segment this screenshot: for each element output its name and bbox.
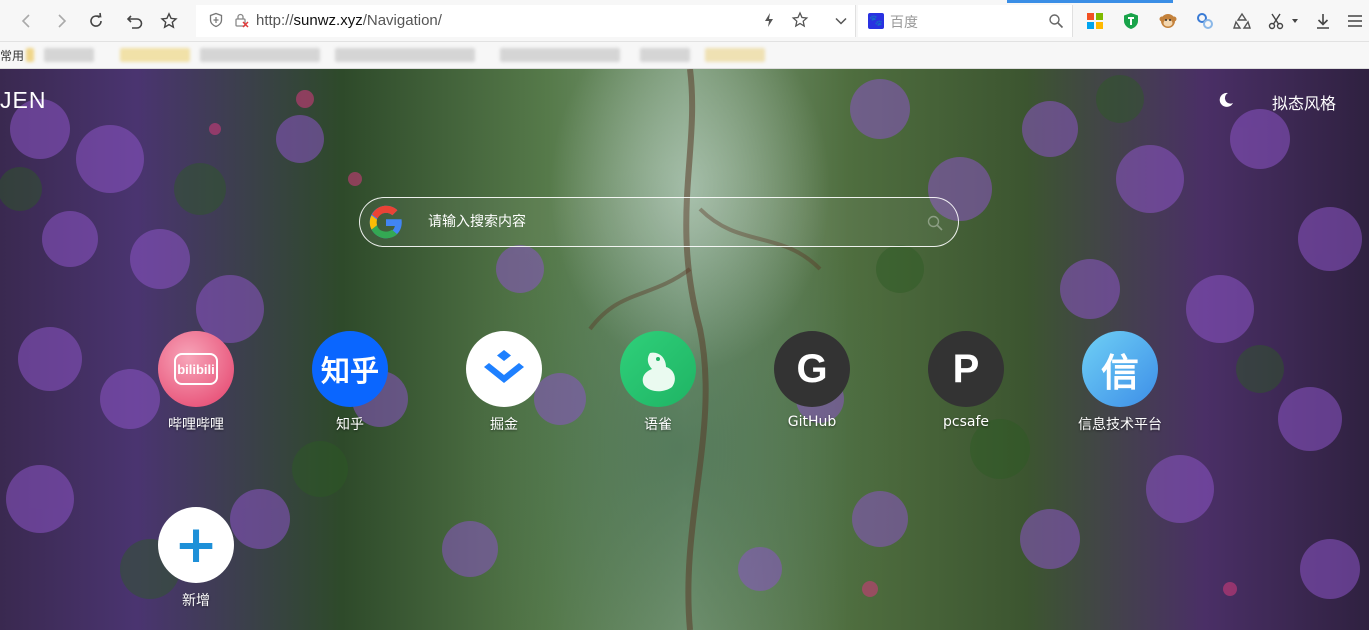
downloads-button[interactable] [1313, 11, 1333, 31]
chevron-down-icon[interactable] [834, 14, 848, 28]
address-bar[interactable]: http://sunwz.xyz/Navigation/ [196, 5, 856, 37]
url-path: /Navigation/ [362, 12, 442, 29]
favorites-button[interactable] [156, 8, 182, 34]
windows-tiles-icon [1087, 13, 1103, 29]
plus-glyph: + [174, 515, 218, 575]
xin-letter-icon: 信 [1082, 331, 1158, 407]
site-shortcut-pcsafe[interactable]: P pcsafe [906, 331, 1026, 430]
search-icon[interactable] [1048, 13, 1064, 29]
search-engine-placeholder: 百度 [890, 15, 918, 31]
search-input[interactable] [428, 211, 908, 233]
blurred-bookmark[interactable] [335, 48, 475, 62]
url-scheme: http:// [256, 12, 294, 29]
site-label: 新增 [182, 593, 210, 609]
baidu-paw-icon: 🐾 [868, 13, 884, 29]
url-text[interactable]: http://sunwz.xyz/Navigation/ [256, 12, 442, 29]
pcsafe-letter-icon: P [928, 331, 1004, 407]
search-bar [359, 197, 959, 247]
xin-icon-letter: 信 [1100, 350, 1139, 395]
bookmarks-bar: 常用 [0, 42, 1369, 69]
moon-icon[interactable] [1217, 91, 1235, 109]
site-label: 哔哩哔哩 [168, 417, 224, 433]
extension-link-button[interactable] [1195, 11, 1215, 31]
forward-arrow-icon [58, 14, 67, 28]
url-domain: sunwz.xyz [293, 12, 363, 29]
github-icon-letter: G [796, 346, 828, 391]
github-letter-icon: G [774, 331, 850, 407]
pcsafe-icon-letter: P [952, 346, 980, 391]
site-label: 信息技术平台 [1078, 417, 1162, 433]
site-shortcut-info-tech-platform[interactable]: 信 信息技术平台 [1060, 331, 1180, 434]
site-label: GitHub [787, 414, 837, 430]
lightning-icon[interactable] [761, 12, 777, 28]
neumorphism-style-toggle[interactable]: 拟态风格 [1272, 90, 1336, 114]
small-caret-down-icon [1292, 19, 1298, 23]
reload-icon [90, 12, 102, 27]
extension-monkey-button[interactable] [1158, 11, 1178, 31]
zhihu-icon-text: 知乎 [320, 354, 379, 388]
main-menu-button[interactable] [1345, 11, 1365, 31]
blurred-bookmark[interactable] [120, 48, 190, 62]
juejin-logo-shape [484, 350, 524, 383]
extension-security-button[interactable] [1121, 11, 1141, 31]
blurred-bookmark[interactable] [705, 48, 765, 62]
hamburger-menu-icon [1348, 15, 1362, 27]
bilibili-icon: bilibili [158, 331, 234, 407]
site-shortcut-github[interactable]: G GitHub [752, 331, 872, 430]
back-button[interactable] [14, 8, 40, 34]
extension-recycle-button[interactable] [1232, 11, 1252, 31]
green-shield-icon [1124, 13, 1138, 29]
download-icon [1317, 14, 1329, 29]
screenshot-scissors-button[interactable] [1266, 11, 1286, 31]
scissors-icon [1268, 13, 1284, 30]
site-shortcut-zhihu[interactable]: 知乎 知乎 [290, 331, 410, 434]
google-g-icon[interactable] [367, 203, 405, 241]
add-site-button[interactable]: + 新增 [136, 507, 256, 610]
blurred-bookmark[interactable] [640, 48, 690, 62]
bookmarks-folder-label[interactable]: 常用 [0, 47, 24, 64]
site-logo[interactable]: JEN [0, 87, 46, 114]
blurred-bookmark[interactable] [26, 48, 34, 62]
star-icon [160, 12, 178, 29]
link-chain-icon [1197, 13, 1213, 29]
undo-close-tab-button[interactable] [122, 8, 148, 34]
forward-button[interactable] [48, 8, 74, 34]
zhihu-icon: 知乎 [312, 331, 388, 407]
reload-button[interactable] [83, 8, 109, 34]
site-label: 知乎 [336, 417, 364, 433]
juejin-icon [466, 331, 542, 407]
navigation-page: JEN 拟态风格 bilibili 哔哩哔哩 知乎 知乎 掘金 [0, 69, 1369, 630]
site-shortcut-yuque[interactable]: 语雀 [598, 331, 718, 434]
bookmark-star-icon[interactable] [791, 11, 809, 29]
add-icon: + [158, 507, 234, 583]
page-load-progress [1007, 0, 1173, 3]
yuque-bird-shape [642, 352, 675, 392]
site-shortcut-bilibili[interactable]: bilibili 哔哩哔哩 [136, 331, 256, 434]
blurred-bookmark[interactable] [200, 48, 320, 62]
scissors-menu-dropdown[interactable] [1290, 11, 1300, 31]
site-shortcut-juejin[interactable]: 掘金 [444, 331, 564, 434]
site-label: pcsafe [943, 414, 989, 430]
browser-toolbar: http://sunwz.xyz/Navigation/ 🐾 百度 [0, 0, 1369, 42]
undo-icon [126, 15, 143, 29]
yuque-icon [620, 331, 696, 407]
shield-icon [209, 12, 223, 28]
monkey-icon [1159, 14, 1177, 28]
back-arrow-icon [21, 14, 30, 28]
site-label: 语雀 [644, 417, 672, 433]
search-submit-icon[interactable] [926, 214, 944, 232]
insecure-lock-icon[interactable] [233, 12, 249, 28]
browser-search-box[interactable]: 🐾 百度 [858, 5, 1073, 37]
recycle-icon [1233, 12, 1251, 29]
site-label: 掘金 [490, 417, 518, 433]
blurred-bookmark[interactable] [44, 48, 94, 62]
blurred-bookmark[interactable] [500, 48, 620, 62]
extension-apps-button[interactable] [1085, 11, 1105, 31]
bilibili-icon-text: bilibili [177, 361, 215, 377]
